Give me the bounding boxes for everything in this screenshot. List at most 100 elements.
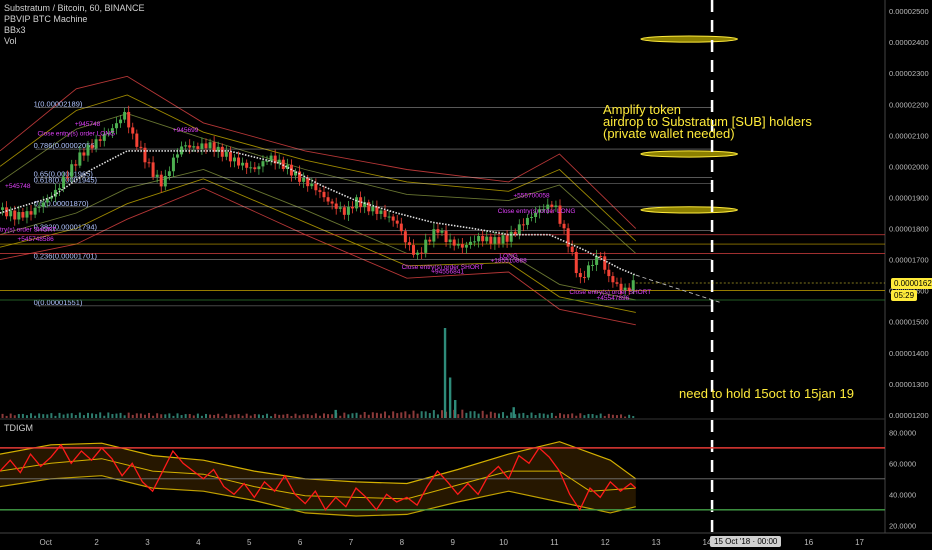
candle-body — [163, 175, 167, 187]
candle-body — [220, 146, 224, 157]
candle-body — [464, 244, 468, 248]
volume-bar — [172, 415, 175, 418]
volume-bar — [558, 413, 561, 418]
time-tick-label: Oct — [40, 538, 53, 547]
price-tick-label: 0.00002500 — [889, 7, 929, 16]
candle-body — [330, 201, 334, 204]
time-tick-label: 7 — [349, 538, 354, 547]
candle-body — [204, 143, 208, 149]
volume-bar — [139, 413, 142, 418]
volume-bar — [392, 411, 395, 418]
volume-bar — [624, 416, 627, 418]
time-tick-label: 13 — [652, 538, 661, 547]
volume-bar — [266, 413, 269, 418]
candle-body — [456, 243, 460, 246]
price-tick-label: 0.00002200 — [889, 100, 929, 109]
candle-body — [265, 161, 269, 163]
time-tick-label: 11 — [550, 538, 559, 547]
candle-body — [582, 277, 586, 279]
volume-bar — [34, 415, 37, 418]
candle-body — [74, 164, 78, 166]
volume-bar — [135, 413, 138, 418]
volume-bar — [58, 412, 61, 418]
candle-body — [432, 229, 436, 242]
price-tick-label: 0.00002100 — [889, 131, 929, 140]
candle-body — [350, 206, 354, 209]
candle-body — [591, 264, 595, 266]
volume-bar — [70, 413, 73, 418]
candle-body — [78, 152, 82, 166]
volume-bar — [176, 413, 179, 418]
indicator-bbx3[interactable]: BBx3 — [4, 25, 145, 36]
volume-spike-bar — [334, 409, 337, 418]
candle-body — [371, 206, 375, 212]
volume-bar — [184, 414, 187, 418]
volume-bar — [412, 410, 415, 418]
candle-body — [517, 224, 521, 235]
price-chart-svg[interactable]: 0.00002500 0.00002400 0.00002300 0.00002200… — [0, 0, 932, 550]
trade-label: Close entry(s) order LONG — [498, 208, 576, 215]
volume-bar — [554, 415, 557, 418]
volume-spike-bar — [448, 377, 452, 418]
symbol-title[interactable]: Substratum / Bitcoin, 60, BINANCE — [4, 3, 145, 14]
volume-bar — [465, 412, 468, 418]
volume-bar — [274, 413, 277, 418]
candle-body — [424, 239, 428, 253]
candle-body — [403, 231, 407, 243]
volume-bar — [477, 413, 480, 418]
candle-body — [338, 207, 342, 209]
volume-bar — [388, 415, 391, 418]
volume-bar — [241, 415, 244, 418]
volume-bar — [74, 415, 77, 418]
candle-body — [603, 256, 607, 270]
volume-bar — [111, 414, 114, 418]
price-tick-label: 0.00001900 — [889, 193, 929, 202]
candle-body — [25, 211, 29, 218]
indicator-vol[interactable]: Vol — [4, 36, 145, 47]
candle-body — [497, 237, 501, 244]
volume-bar — [213, 414, 216, 418]
volume-bar — [355, 412, 358, 418]
candle-body — [66, 176, 70, 178]
volume-bar — [192, 415, 195, 418]
volume-bar — [367, 414, 370, 418]
volume-bar — [436, 414, 439, 418]
candle-body — [399, 223, 403, 232]
volume-bar — [99, 412, 102, 418]
candle-body — [29, 211, 33, 215]
candle-body — [143, 147, 147, 163]
fib-level-label: 0(0.00001551) — [34, 298, 83, 307]
volume-bar — [473, 411, 476, 418]
time-tick-label: 16 — [804, 538, 813, 547]
volume-bar — [542, 413, 545, 418]
volume-spike-bar — [443, 328, 447, 418]
candle-body — [228, 151, 232, 162]
candle-body — [513, 231, 517, 235]
volume-bar — [583, 415, 586, 418]
hold-annotation: need to hold 15oct to 15jan 19 — [679, 386, 854, 401]
volume-bar — [298, 415, 301, 418]
volume-bar — [420, 411, 423, 418]
candle-body — [334, 203, 338, 209]
volume-bar — [86, 412, 89, 418]
candle-body — [208, 142, 212, 149]
candle-body — [611, 276, 615, 283]
trade-label: +545748 — [5, 183, 31, 190]
candle-body — [521, 224, 525, 226]
volume-bar — [217, 413, 220, 418]
volume-bar — [62, 414, 65, 418]
candle-body — [326, 197, 330, 202]
candle-body — [86, 145, 90, 156]
tdigm-title[interactable]: TDIGM — [4, 423, 33, 433]
bar-countdown-tag: 05:29 — [891, 290, 918, 301]
candle-body — [485, 236, 489, 242]
volume-bar — [82, 415, 85, 418]
volume-bar — [538, 413, 541, 418]
candle-body — [114, 123, 118, 129]
candle-body — [420, 252, 424, 254]
fib-level-label: 0.618(0.00001945) — [34, 175, 98, 184]
osc-tick-label: 40.0000 — [889, 490, 916, 499]
volume-bar — [78, 412, 81, 418]
indicator-pbvip[interactable]: PBVIP BTC Machine — [4, 14, 145, 25]
candle-body — [245, 162, 249, 168]
